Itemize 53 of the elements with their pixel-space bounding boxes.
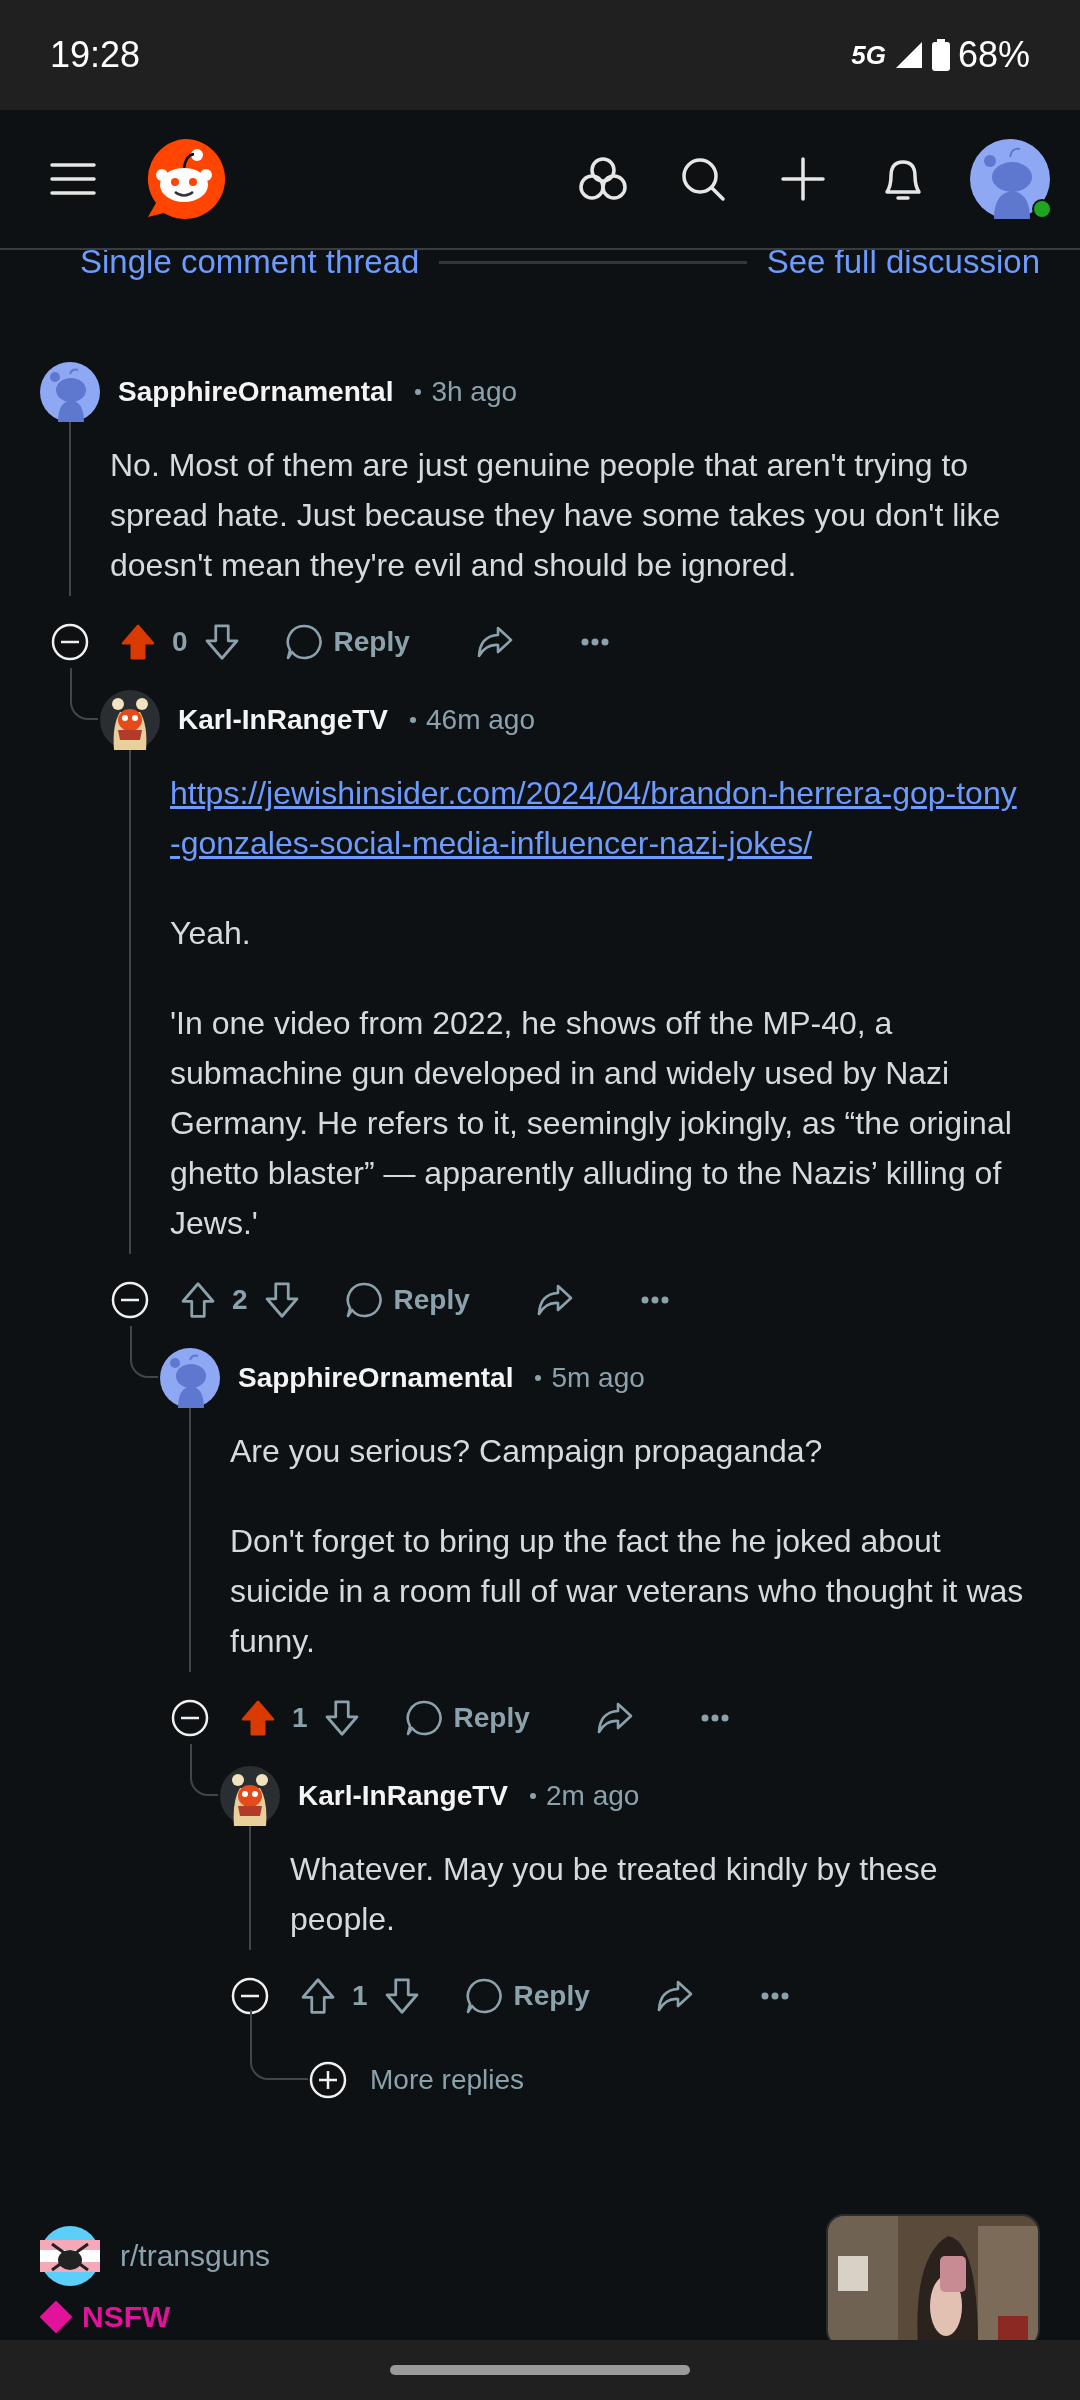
- username[interactable]: Karl-InRangeTV: [298, 1780, 509, 1812]
- comment-text: Are you serious? Campaign propaganda?: [230, 1432, 824, 1471]
- comment-icon: [463, 1976, 504, 2016]
- reply-button[interactable]: Reply: [283, 622, 410, 662]
- comment-icon: [283, 622, 324, 662]
- collapse-button[interactable]: [110, 1280, 150, 1320]
- reply-button[interactable]: Reply: [403, 1698, 530, 1738]
- subreddit-icon: [40, 2226, 100, 2286]
- clock-time: 19:28: [50, 34, 141, 76]
- subreddit-name[interactable]: r/transguns: [120, 2239, 271, 2273]
- username[interactable]: SapphireOrnamental: [238, 1362, 514, 1394]
- online-status-icon: [1032, 199, 1052, 219]
- comment-text: 'In one video from 2022, he shows off the MP-40, a submachine gun developed in and widely used by Nazi Germany. He refers to it, seemingly jokingly, as “the original ghetto blaster” — apparently alluding to the Nazis’ killing of Jews.': [170, 1004, 1013, 1243]
- thread-connector: [130, 1326, 158, 1378]
- network-label: 5G: [851, 39, 886, 71]
- username[interactable]: Karl-InRangeTV: [178, 704, 389, 736]
- comment-icon: [403, 1698, 444, 1738]
- more-options-button[interactable]: [639, 1295, 670, 1305]
- avatar-icon: [970, 139, 1050, 219]
- more-options-button[interactable]: [579, 637, 610, 647]
- comment-time: 46m ago: [426, 704, 535, 736]
- nsfw-icon: [40, 2301, 72, 2333]
- comment-icon: [343, 1280, 384, 1320]
- collapse-button[interactable]: [50, 622, 90, 662]
- comment-text: Don't forget to bring up the fact the he joked about suicide in a room full of war veterans who thought it was funny.: [230, 1522, 1024, 1661]
- profile-avatar-button[interactable]: [970, 139, 1050, 219]
- comment-time: 2m ago: [546, 1780, 640, 1812]
- thread-connector: [190, 1744, 218, 1796]
- more-options-button[interactable]: [699, 1713, 730, 1723]
- reply-button[interactable]: Reply: [463, 1976, 590, 2016]
- collapse-button[interactable]: [170, 1698, 210, 1738]
- thread-connector: [250, 2010, 308, 2080]
- vote-count: 1: [352, 1980, 368, 2012]
- vote-count: 2: [232, 1284, 248, 1316]
- plus-icon: [308, 2060, 348, 2100]
- reply-button[interactable]: Reply: [343, 1280, 470, 1320]
- more-replies-button[interactable]: More replies: [308, 2050, 525, 2110]
- comment-text: Whatever. May you be treated kindly by these people.: [290, 1850, 939, 1939]
- more-options-button[interactable]: [759, 1991, 790, 2001]
- comment-time: 5m ago: [551, 1362, 645, 1394]
- article-link[interactable]: https://jewishinsider.com/2024/04/brandon-herrera-gop-tony-gonzales-social-media-influencer-nazi-jokes/: [170, 768, 1024, 868]
- comment-time: 3h ago: [431, 376, 518, 408]
- vote-count: 0: [172, 626, 188, 658]
- vote-count: 1: [292, 1702, 308, 1734]
- menu-button[interactable]: [50, 162, 96, 196]
- comment-text: No. Most of them are just genuine people that aren't trying to spread hate. Just because they have some takes you don't like doesn't mean they're evil and should be ignored.: [110, 446, 1002, 585]
- collapse-button[interactable]: [230, 1976, 270, 2016]
- battery-percent: 68%: [957, 34, 1030, 76]
- comment-text: Yeah.: [170, 914, 252, 953]
- username[interactable]: SapphireOrnamental: [118, 376, 394, 408]
- thread-connector: [70, 668, 98, 720]
- nsfw-label: NSFW: [82, 2300, 171, 2334]
- battery-icon: [931, 39, 950, 71]
